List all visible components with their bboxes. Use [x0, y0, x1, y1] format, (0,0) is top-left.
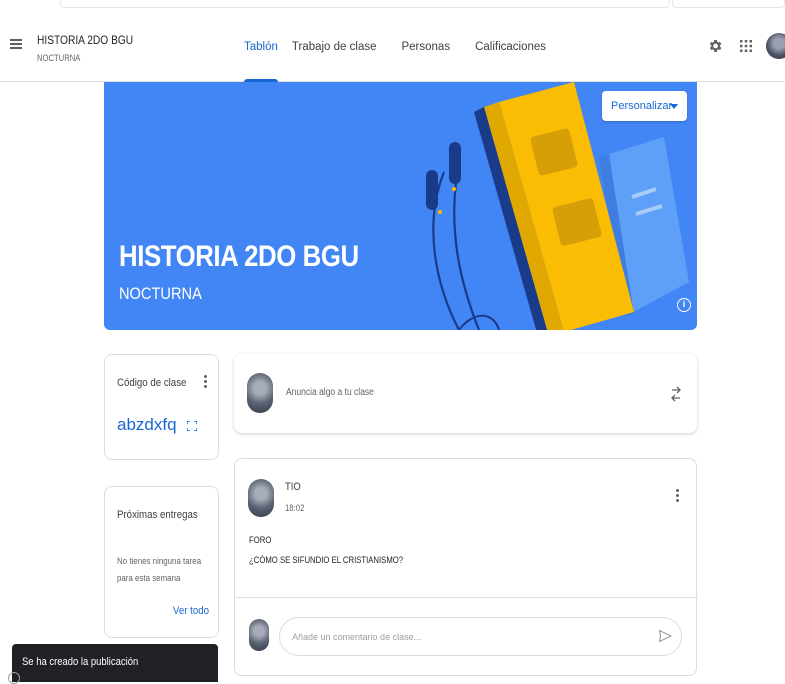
post-time: 18:02 — [285, 503, 305, 513]
class-code-card: Código de clase abzdxfq — [104, 354, 219, 460]
announce-placeholder[interactable]: Anuncia algo a tu clase — [286, 387, 374, 398]
browser-top-strip — [0, 0, 785, 12]
banner-subtitle: NOCTURNA — [119, 284, 202, 303]
customize-button-label: Personalizar — [611, 100, 673, 112]
gear-icon[interactable] — [707, 38, 723, 54]
send-icon[interactable] — [658, 629, 672, 643]
class-code-value: abzdxfq — [117, 415, 177, 434]
snackbar-text: Se ha creado la publicación — [22, 656, 139, 668]
customize-button[interactable]: Personalizar — [602, 91, 687, 121]
top-strip-segment — [60, 0, 670, 8]
upcoming-empty-text: No tienes ninguna tarea para esta semana — [117, 556, 202, 583]
top-strip-segment — [672, 0, 785, 8]
menu-icon[interactable] — [10, 39, 22, 49]
fullscreen-icon[interactable] — [187, 421, 197, 431]
avatar — [247, 373, 273, 413]
more-vert-icon[interactable] — [674, 489, 680, 505]
post-body-line: FORO — [249, 535, 272, 545]
class-code-label: Código de clase — [117, 377, 187, 389]
announce-box[interactable]: Anuncia algo a tu clase — [234, 354, 697, 433]
view-all-link[interactable]: Ver todo — [173, 605, 209, 617]
upcoming-card: Próximas entregas No tienes ninguna tare… — [104, 486, 219, 638]
stream-post: TIO 18:02 FORO ¿CÓMO SE SIFUNDIO EL CRIS… — [234, 458, 698, 676]
repost-icon[interactable] — [670, 385, 682, 403]
more-vert-icon[interactable] — [202, 375, 208, 391]
tab-classwork[interactable]: Trabajo de clase — [292, 12, 377, 82]
help-icon[interactable] — [8, 672, 20, 684]
header-class-section: NOCTURNA — [37, 53, 81, 63]
tab-people[interactable]: Personas — [401, 12, 450, 82]
account-avatar[interactable] — [766, 33, 785, 59]
caret-down-icon — [670, 104, 678, 109]
tab-stream[interactable]: Tablón — [244, 12, 278, 82]
post-author: TIO — [285, 481, 301, 493]
comment-input[interactable] — [279, 617, 682, 656]
tab-grades[interactable]: Calificaciones — [475, 12, 546, 82]
class-banner: HISTORIA 2DO BGU NOCTURNA Personalizar i — [104, 82, 697, 330]
banner-title: HISTORIA 2DO BGU — [119, 240, 359, 273]
post-body-line: ¿CÓMO SE SIFUNDIO EL CRISTIANISMO? — [249, 555, 404, 565]
snackbar: Se ha creado la publicación — [8, 644, 218, 684]
info-icon[interactable]: i — [677, 298, 691, 312]
apps-grid-icon[interactable] — [740, 40, 752, 52]
avatar — [249, 619, 269, 651]
upcoming-title: Próximas entregas — [117, 509, 198, 521]
class-tabs: Tablón Trabajo de clase Personas Calific… — [244, 12, 546, 82]
avatar — [248, 479, 274, 517]
header-class-title[interactable]: HISTORIA 2DO BGU — [37, 33, 133, 47]
divider — [235, 597, 698, 598]
